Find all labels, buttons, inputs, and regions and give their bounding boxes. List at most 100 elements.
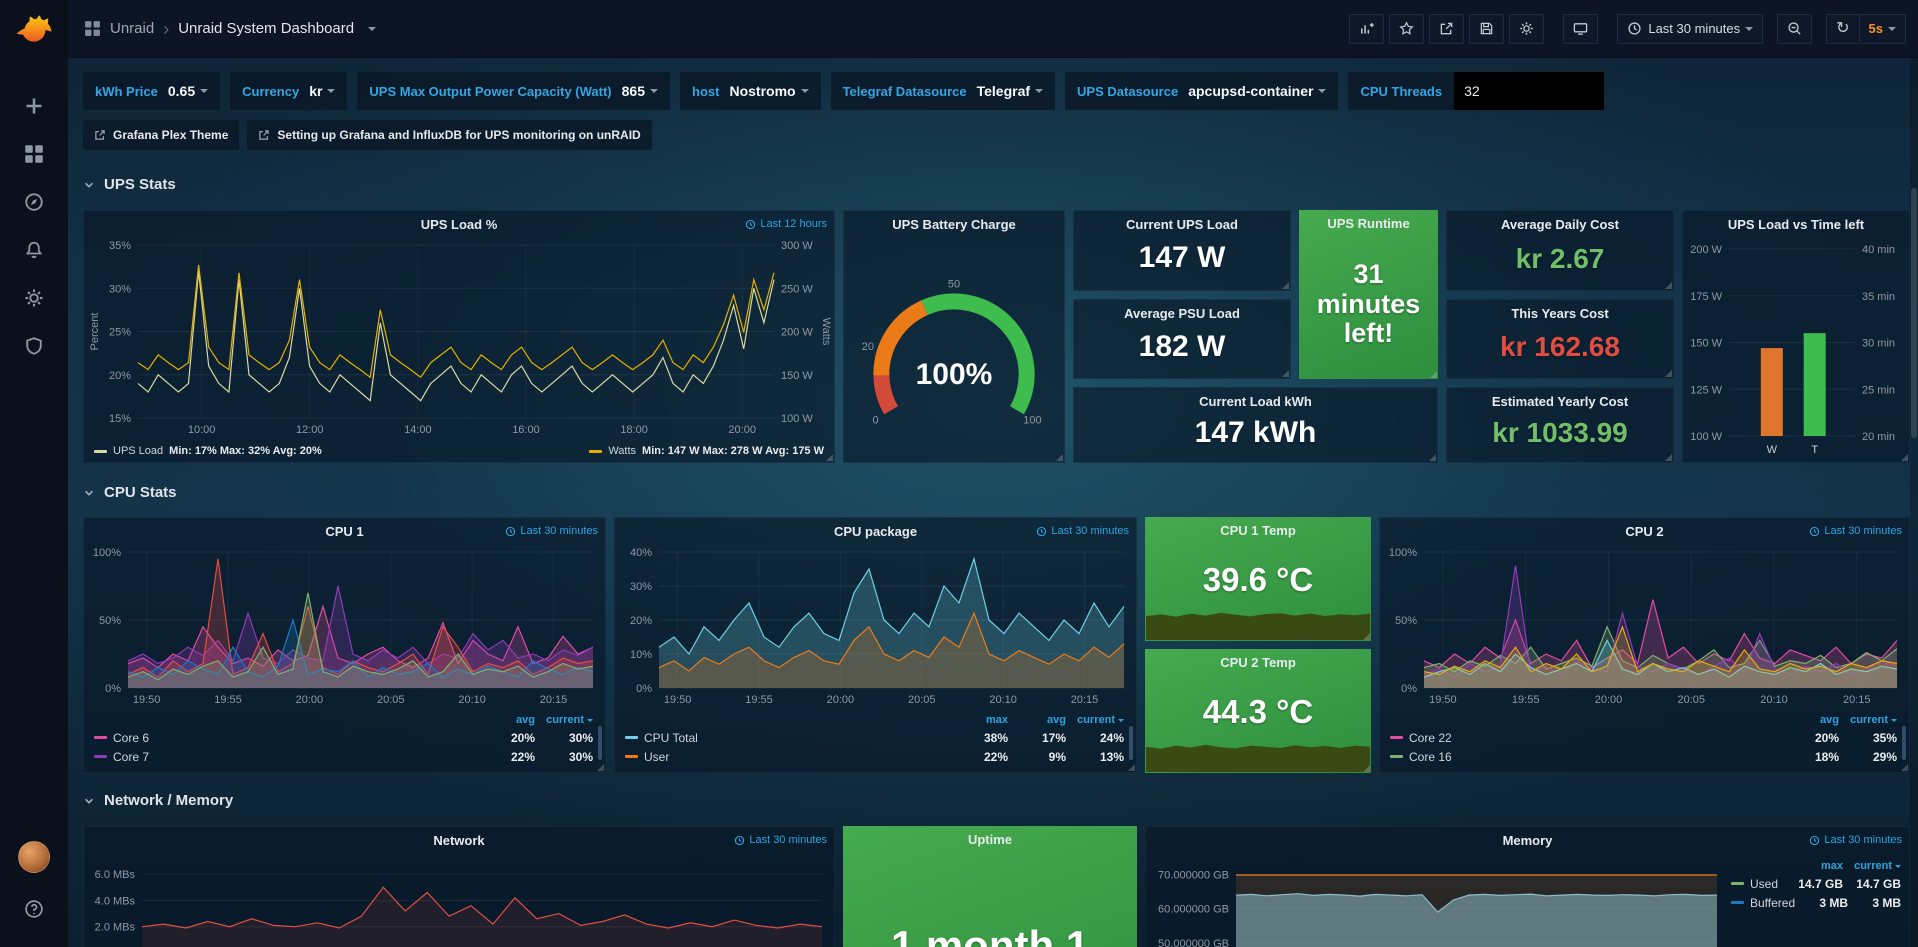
help-icon[interactable]	[12, 887, 56, 931]
dashboard-dropdown-caret-icon[interactable]	[368, 27, 376, 35]
panel-time-range[interactable]: Last 30 minutes	[505, 525, 598, 537]
variable-ups-max-output[interactable]: UPS Max Output Power Capacity (Watt) 865	[357, 72, 670, 110]
apps-grid-icon[interactable]	[84, 20, 101, 37]
variable-ups-datasource[interactable]: UPS Datasource apcupsd-container	[1065, 72, 1338, 110]
panel-resize-handle[interactable]	[1056, 454, 1063, 461]
variable-kwh-price[interactable]: kWh Price 0.65	[83, 72, 220, 110]
legend-scrollbar[interactable]	[1902, 726, 1906, 760]
legend-column-header[interactable]: current	[1843, 860, 1901, 872]
star-dashboard-button[interactable]	[1389, 14, 1424, 44]
legend-column-header[interactable]: avg	[477, 714, 535, 726]
panel-resize-handle[interactable]	[1901, 764, 1908, 771]
legend-scrollbar[interactable]	[598, 726, 602, 760]
legend-column-header[interactable]: max	[950, 714, 1008, 726]
dashboards-grid-icon[interactable]	[12, 132, 56, 176]
panel-title[interactable]: Uptime	[968, 832, 1012, 847]
panel-resize-handle[interactable]	[597, 764, 604, 771]
admin-shield-icon[interactable]	[12, 324, 56, 368]
panel-title[interactable]: Estimated Yearly Cost	[1492, 394, 1628, 409]
ups-load-chart[interactable]: 15%20%25%30%35%100 W150 W200 W250 W300 W…	[86, 237, 832, 438]
legend-column-header[interactable]: current	[1066, 714, 1124, 726]
panel-title[interactable]: CPU package	[834, 524, 917, 539]
refresh-interval-dropdown[interactable]: 5s	[1860, 14, 1906, 44]
panel-resize-handle[interactable]	[1363, 765, 1370, 772]
variable-value[interactable]: kr	[309, 83, 322, 99]
variable-value[interactable]: Telegraf	[977, 83, 1030, 99]
window-scrollbar[interactable]	[1910, 58, 1918, 947]
panel-resize-handle[interactable]	[1665, 282, 1672, 289]
panel-title[interactable]: UPS Battery Charge	[892, 217, 1016, 232]
share-dashboard-button[interactable]	[1429, 14, 1464, 44]
panel-resize-handle[interactable]	[1429, 454, 1436, 461]
explore-compass-icon[interactable]	[12, 180, 56, 224]
panel-resize-handle[interactable]	[1128, 764, 1135, 771]
ups-bars-chart[interactable]: 100 W125 W150 W175 W200 W20 min25 min30 …	[1683, 237, 1909, 460]
panel-resize-handle[interactable]	[1282, 370, 1289, 377]
create-plus-icon[interactable]	[12, 84, 56, 128]
panel-title[interactable]: Average Daily Cost	[1501, 217, 1619, 232]
memory-chart[interactable]: 50.000000 GB60.000000 GB70.000000 GB	[1148, 853, 1725, 947]
cpu2-chart[interactable]: 0%50%100%19:5019:5520:0020:0520:1020:15	[1382, 544, 1907, 708]
panel-title[interactable]: This Years Cost	[1511, 306, 1608, 321]
section-network-memory[interactable]: Network / Memory	[83, 792, 233, 809]
user-avatar[interactable]	[18, 841, 50, 873]
configuration-gear-icon[interactable]	[12, 276, 56, 320]
panel-title[interactable]: Current Load kWh	[1199, 394, 1312, 409]
panel-resize-handle[interactable]	[1665, 454, 1672, 461]
panel-resize-handle[interactable]	[1665, 370, 1672, 377]
grafana-logo[interactable]	[12, 8, 56, 52]
panel-resize-handle[interactable]	[1901, 454, 1908, 461]
breadcrumb-dashboard-title[interactable]: Unraid System Dashboard	[178, 20, 354, 37]
variable-telegraf-datasource[interactable]: Telegraf Datasource Telegraf	[831, 72, 1055, 110]
cycle-view-tv-button[interactable]	[1563, 14, 1598, 44]
series-toggle[interactable]: Core 7	[94, 750, 477, 764]
series-toggle[interactable]: Core 16	[1390, 750, 1781, 764]
battery-gauge[interactable]: 02050100100%	[844, 237, 1064, 458]
cpu1-chart[interactable]: 0%50%100%19:5019:5520:0020:0520:1020:15	[86, 544, 603, 708]
panel-resize-handle[interactable]	[1430, 371, 1437, 378]
cpu-threads-input[interactable]: 32	[1454, 72, 1604, 110]
panel-title[interactable]: Network	[433, 833, 484, 848]
panel-title[interactable]: UPS Load vs Time left	[1728, 217, 1864, 232]
panel-time-range[interactable]: Last 30 minutes	[1809, 525, 1902, 537]
series-toggle[interactable]: Used	[1731, 877, 1785, 891]
variable-value[interactable]: 0.65	[168, 83, 195, 99]
panel-title[interactable]: UPS Runtime	[1327, 216, 1409, 231]
legend-column-header[interactable]: avg	[1008, 714, 1066, 726]
zoom-out-time-button[interactable]	[1777, 14, 1812, 44]
panel-title[interactable]: Memory	[1503, 833, 1553, 848]
breadcrumb-folder[interactable]: Unraid	[110, 20, 154, 37]
variable-currency[interactable]: Currency kr	[230, 72, 347, 110]
panel-resize-handle[interactable]	[1363, 633, 1370, 640]
series-toggle[interactable]: CPU Total	[625, 731, 950, 745]
panel-time-range[interactable]: Last 30 minutes	[1036, 525, 1129, 537]
save-dashboard-button[interactable]	[1469, 14, 1504, 44]
scrollbar-thumb[interactable]	[1911, 188, 1917, 438]
add-panel-button[interactable]	[1349, 14, 1384, 44]
section-cpu-stats[interactable]: CPU Stats	[83, 484, 177, 501]
panel-title[interactable]: CPU 2 Temp	[1220, 655, 1296, 670]
legend-column-header[interactable]: current	[535, 714, 593, 726]
panel-title[interactable]: CPU 2	[1625, 524, 1663, 539]
variable-value[interactable]: Nostromo	[729, 83, 795, 99]
variable-host[interactable]: host Nostromo	[680, 72, 821, 110]
panel-time-range[interactable]: Last 30 minutes	[734, 834, 827, 846]
link-grafana-plex-theme[interactable]: Grafana Plex Theme	[83, 120, 239, 150]
panel-title[interactable]: Average PSU Load	[1124, 306, 1240, 321]
panel-resize-handle[interactable]	[826, 454, 833, 461]
alerting-bell-icon[interactable]	[12, 228, 56, 272]
panel-time-range[interactable]: Last 12 hours	[745, 218, 827, 230]
panel-title[interactable]: UPS Load %	[421, 217, 498, 232]
panel-title[interactable]: Current UPS Load	[1126, 217, 1238, 232]
section-ups-stats[interactable]: UPS Stats	[83, 176, 176, 193]
panel-title[interactable]: CPU 1	[325, 524, 363, 539]
series-toggle[interactable]: User	[625, 750, 950, 764]
network-chart[interactable]: 6.0 MBs4.0 MBs2.0 MBs	[86, 853, 832, 947]
panel-resize-handle[interactable]	[1282, 282, 1289, 289]
series-toggle[interactable]: Buffered	[1731, 896, 1795, 910]
time-range-picker[interactable]: Last 30 minutes	[1617, 14, 1763, 44]
link-ups-monitoring-guide[interactable]: Setting up Grafana and InfluxDB for UPS …	[247, 120, 651, 150]
legend-column-header[interactable]: max	[1785, 860, 1843, 872]
variable-value[interactable]: 865	[622, 83, 645, 99]
legend-item[interactable]: UPS Load Min: 17% Max: 32% Avg: 20%	[94, 445, 322, 457]
